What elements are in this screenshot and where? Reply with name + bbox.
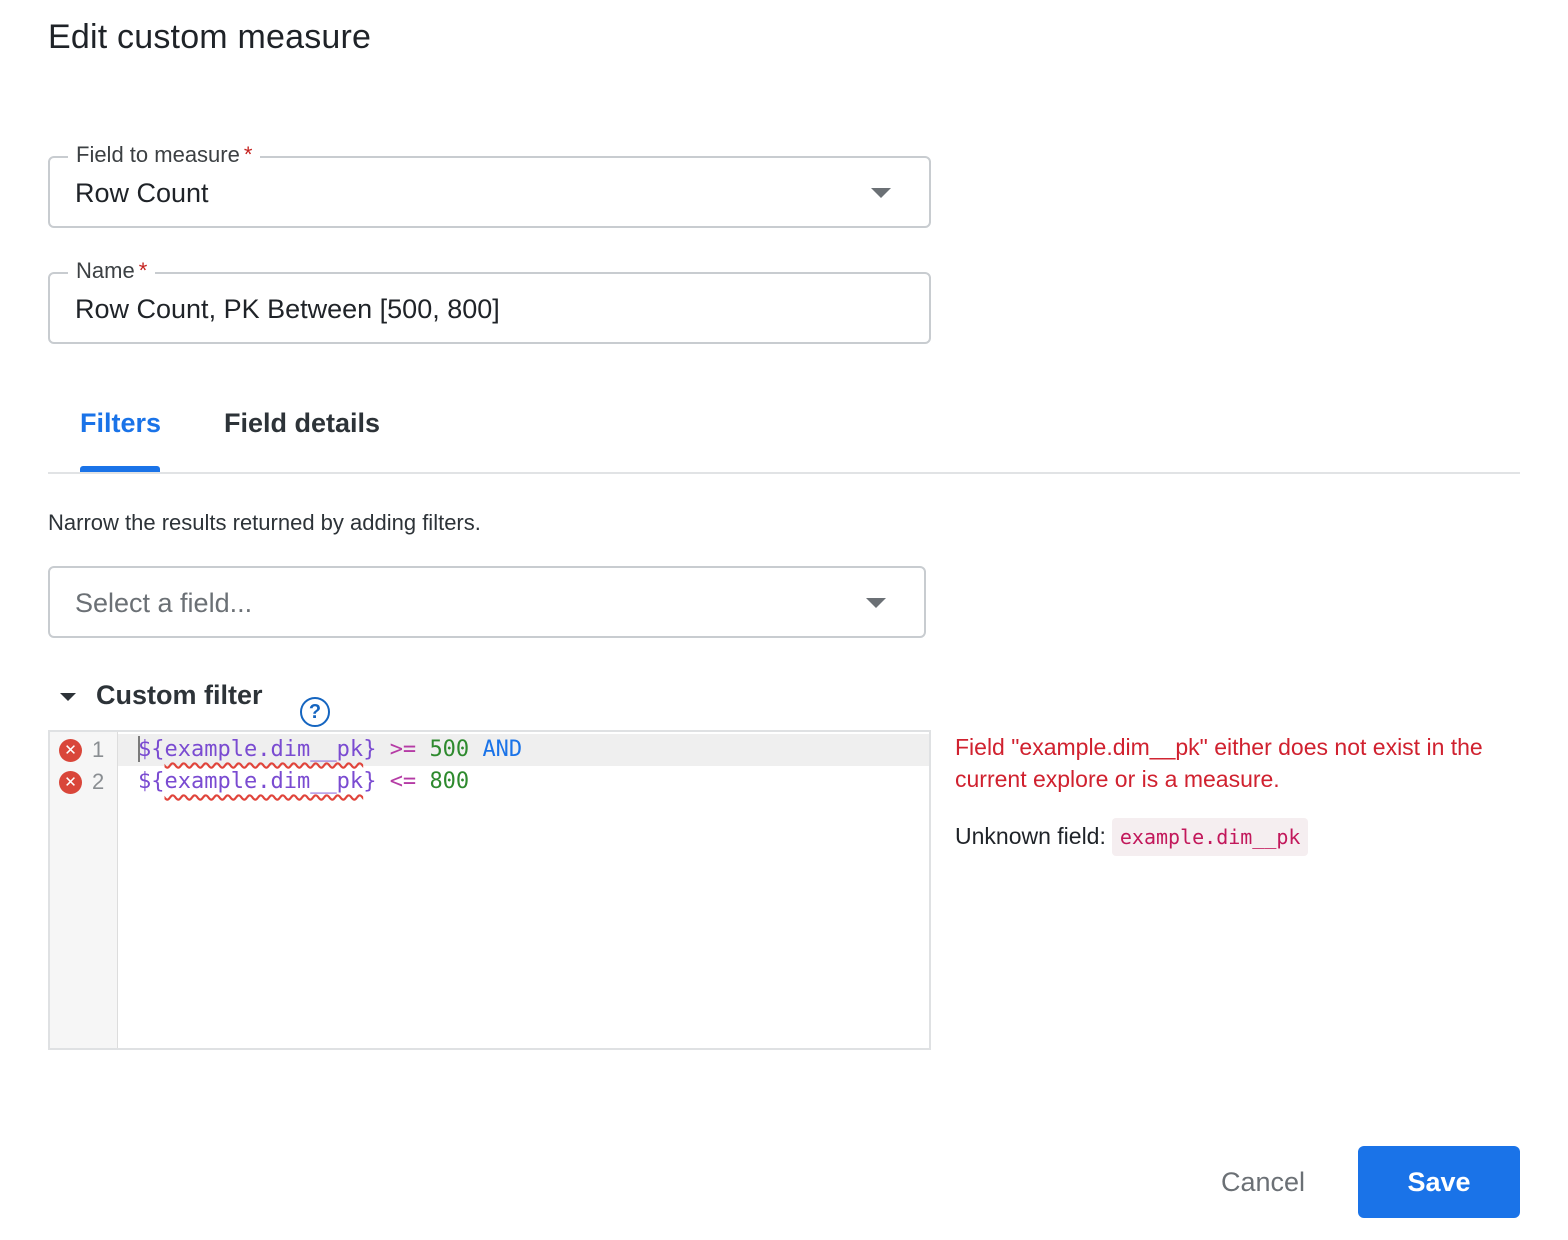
code-field-token: example.dim__pk — [164, 769, 364, 794]
gutter-line: ✕ 1 — [50, 734, 118, 766]
code-line[interactable]: ${example.dim__pk} >= 500 AND — [138, 734, 522, 766]
name-input-value[interactable]: Row Count, PK Between [500, 800] — [75, 294, 500, 325]
code-keyword: AND — [482, 737, 523, 762]
error-circle-icon: ✕ — [59, 771, 82, 794]
select-field-dropdown[interactable]: Select a field... — [48, 566, 926, 638]
unknown-field-label: Unknown field: — [955, 823, 1106, 849]
filter-error-message: Field "example.dim__pk" either does not … — [955, 734, 1483, 792]
gutter-line: ✕ 2 — [50, 766, 118, 798]
tab-field-details[interactable]: Field details — [224, 408, 380, 439]
chevron-down-icon[interactable] — [871, 188, 891, 198]
select-field-placeholder: Select a field... — [75, 588, 253, 618]
line-number: 1 — [92, 737, 105, 762]
edit-custom-measure-dialog: Edit custom measure Field to measure * Ro… — [0, 0, 1568, 1240]
chevron-down-icon[interactable] — [866, 598, 886, 608]
editor-gutter: ✕ 1 ✕ 2 — [50, 732, 118, 1048]
line-number: 2 — [92, 769, 105, 794]
code-operator: >= — [389, 737, 417, 762]
code-number: 800 — [429, 769, 470, 794]
help-circle-icon[interactable]: ? — [300, 697, 330, 727]
code-number: 500 — [429, 737, 470, 762]
name-field[interactable]: Name * Row Count, PK Between [500, 800] — [48, 258, 931, 344]
error-circle-icon: ✕ — [59, 739, 82, 762]
field-to-measure-select[interactable]: Field to measure * Row Count — [48, 142, 931, 228]
custom-filter-heading: Custom filter — [96, 680, 263, 710]
active-tab-indicator — [80, 466, 160, 472]
required-asterisk: * — [243, 142, 253, 167]
code-token: } — [363, 769, 377, 794]
collapse-triangle-icon[interactable] — [60, 693, 76, 701]
code-line[interactable]: ${example.dim__pk} <= 800 — [138, 766, 469, 798]
tab-bar: Filters Field details — [48, 400, 1520, 474]
custom-filter-editor[interactable]: ✕ 1 ✕ 2 ${example.dim__pk} >= 500 AND ${… — [48, 730, 931, 1050]
dialog-title: Edit custom measure — [48, 18, 372, 56]
filters-helper-text: Narrow the results returned by adding fi… — [48, 510, 481, 535]
code-operator: <= — [389, 769, 417, 794]
field-to-measure-label: Field to measure * — [68, 142, 261, 168]
code-token: } — [363, 737, 377, 762]
code-field-token: example.dim__pk — [164, 737, 364, 762]
save-button[interactable]: Save — [1358, 1146, 1520, 1218]
required-asterisk: * — [138, 258, 148, 283]
code-token: ${ — [138, 737, 165, 762]
field-to-measure-value: Row Count — [75, 178, 209, 208]
name-label: Name * — [68, 258, 156, 284]
unknown-field-row: Unknown field: example.dim__pk — [955, 818, 1309, 856]
code-token: ${ — [138, 769, 165, 794]
unknown-field-code: example.dim__pk — [1111, 818, 1309, 856]
tab-filters[interactable]: Filters — [80, 408, 161, 439]
cancel-button[interactable]: Cancel — [1198, 1146, 1328, 1218]
